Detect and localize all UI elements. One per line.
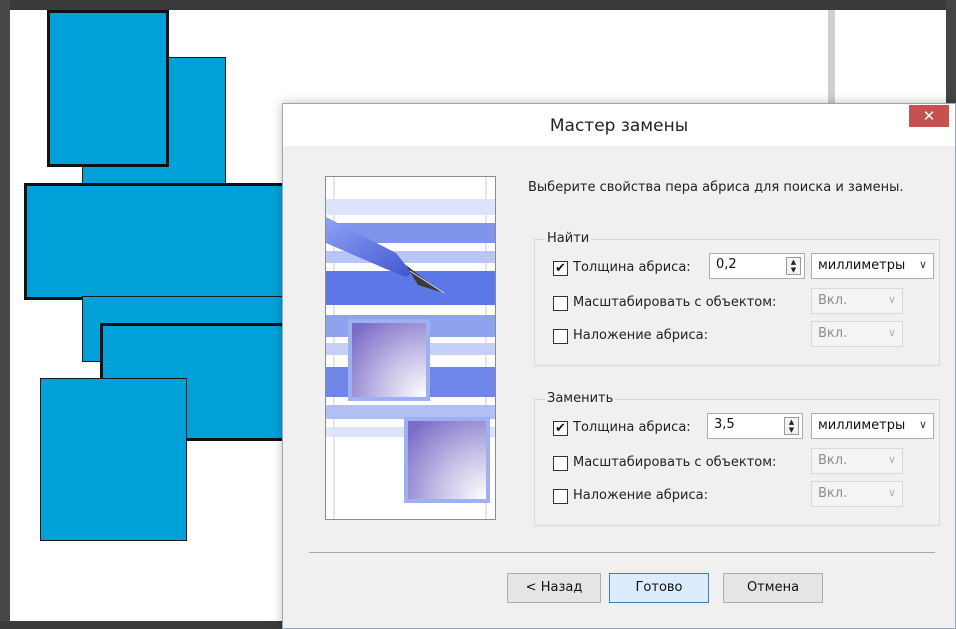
replace-scale-row: Масштабировать с объектом: <box>553 453 813 475</box>
chevron-down-icon: ∨ <box>918 258 927 271</box>
find-overprint-row: Наложение абриса: <box>553 326 813 348</box>
find-width-checkbox[interactable]: ✔ <box>553 261 568 276</box>
canvas-scrollbar[interactable] <box>828 10 835 105</box>
wizard-illustration <box>325 176 496 520</box>
cancel-button[interactable]: Отмена <box>723 573 823 603</box>
find-scale-select[interactable]: Вкл. ∨ <box>811 288 903 314</box>
check-icon: ✔ <box>555 261 566 276</box>
find-scale-value: Вкл. <box>818 293 848 308</box>
find-width-label: Толщина абриса: <box>573 260 691 275</box>
finish-button[interactable]: Готово <box>609 573 709 603</box>
find-unit-value: миллиметры <box>818 258 906 273</box>
chevron-down-icon: ∨ <box>887 453 896 466</box>
spin-up-icon[interactable]: ▲ <box>785 418 798 426</box>
replace-width-checkbox[interactable]: ✔ <box>553 421 568 436</box>
close-icon: ✕ <box>922 107 936 125</box>
replace-group: Заменить ✔ Толщина абриса: 3,5 ▲ ▼ милли… <box>534 391 940 526</box>
find-overprint-value: Вкл. <box>818 326 848 341</box>
replace-scale-select[interactable]: Вкл. ∨ <box>811 448 903 474</box>
pen-illustration-icon <box>326 177 495 519</box>
rectangle-shape[interactable] <box>47 10 169 167</box>
replace-overprint-select[interactable]: Вкл. ∨ <box>811 481 903 507</box>
dialog-body: Выберите свойства пера абриса для поиска… <box>291 146 947 622</box>
dialog-titlebar[interactable]: Мастер замены ✕ <box>283 104 955 146</box>
replace-unit-value: миллиметры <box>818 418 906 433</box>
find-width-spinbox[interactable]: 0,2 ▲ ▼ <box>709 253 805 279</box>
find-overprint-select[interactable]: Вкл. ∨ <box>811 321 903 347</box>
spin-down-icon[interactable]: ▼ <box>785 426 798 434</box>
chevron-down-icon: ∨ <box>887 326 896 339</box>
replace-scale-checkbox[interactable] <box>553 456 568 471</box>
chevron-down-icon: ∨ <box>918 418 927 431</box>
replace-scale-label: Масштабировать с объектом: <box>573 455 777 470</box>
background-frame-left <box>0 0 10 629</box>
replace-width-label: Толщина абриса: <box>573 420 691 435</box>
close-button[interactable]: ✕ <box>909 105 949 127</box>
chevron-down-icon: ∨ <box>887 293 896 306</box>
find-group-label: Найти <box>545 231 592 246</box>
find-overprint-label: Наложение абриса: <box>573 328 708 343</box>
find-overprint-checkbox[interactable] <box>553 329 568 344</box>
rectangle-shape[interactable] <box>24 183 286 300</box>
replace-overprint-label: Наложение абриса: <box>573 488 708 503</box>
replace-width-spinbox[interactable]: 3,5 ▲ ▼ <box>707 413 803 439</box>
back-button[interactable]: < Назад <box>507 573 601 603</box>
background-frame-top <box>0 0 956 10</box>
rectangle-shape[interactable] <box>40 378 187 541</box>
replace-overprint-row: Наложение абриса: <box>553 486 813 508</box>
replace-group-label: Заменить <box>545 391 616 406</box>
find-scale-row: Масштабировать с объектом: <box>553 293 813 315</box>
find-width-value: 0,2 <box>716 257 737 272</box>
replace-width-spin-buttons[interactable]: ▲ ▼ <box>784 417 799 435</box>
check-icon: ✔ <box>555 421 566 436</box>
replace-overprint-value: Вкл. <box>818 486 848 501</box>
replace-width-row: ✔ Толщина абриса: <box>553 418 733 440</box>
replace-wizard-dialog: Мастер замены ✕ Выберите свойства пера а… <box>282 103 956 629</box>
spin-up-icon[interactable]: ▲ <box>787 258 800 266</box>
find-scale-checkbox[interactable] <box>553 296 568 311</box>
intro-text: Выберите свойства пера абриса для поиска… <box>528 180 904 195</box>
chevron-down-icon: ∨ <box>887 486 896 499</box>
replace-overprint-checkbox[interactable] <box>553 489 568 504</box>
find-unit-select[interactable]: миллиметры ∨ <box>811 253 934 279</box>
find-scale-label: Масштабировать с объектом: <box>573 295 777 310</box>
replace-scale-value: Вкл. <box>818 453 848 468</box>
button-separator <box>309 552 935 553</box>
dialog-title: Мастер замены <box>549 116 689 136</box>
replace-unit-select[interactable]: миллиметры ∨ <box>811 413 934 439</box>
find-width-spin-buttons[interactable]: ▲ ▼ <box>786 257 801 275</box>
spin-down-icon[interactable]: ▼ <box>787 266 800 274</box>
find-group: Найти ✔ Толщина абриса: 0,2 ▲ ▼ миллимет… <box>534 231 940 366</box>
replace-width-value: 3,5 <box>714 417 735 432</box>
